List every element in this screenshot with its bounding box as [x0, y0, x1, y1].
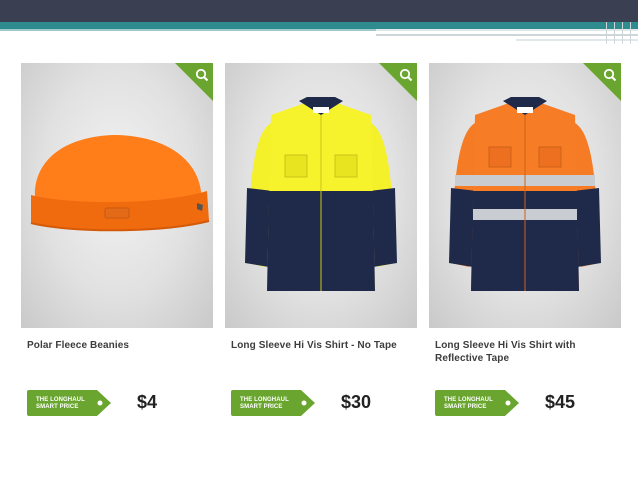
smart-price-tag: THE LONGHAUL SMART PRICE	[435, 390, 519, 416]
zoom-button[interactable]	[175, 63, 213, 101]
product-name[interactable]: Long Sleeve Hi Vis Shirt with Reflective…	[435, 339, 615, 365]
tag-line-1: THE LONGHAUL	[444, 397, 493, 403]
zoom-button[interactable]	[379, 63, 417, 101]
tag-line-2: SMART PRICE	[444, 404, 487, 410]
smart-price-tag: THE LONGHAUL SMART PRICE	[27, 390, 111, 416]
tag-line-1: THE LONGHAUL	[240, 397, 289, 403]
header-accent-line	[0, 29, 380, 31]
product-card[interactable]: Long Sleeve Hi Vis Shirt with Reflective…	[429, 63, 621, 416]
product-card[interactable]: Polar Fleece Beanies THE LONGHAUL SMART …	[21, 63, 213, 416]
magnifier-icon	[583, 63, 621, 101]
product-name[interactable]: Polar Fleece Beanies	[27, 339, 207, 352]
smart-price-tag: THE LONGHAUL SMART PRICE	[231, 390, 315, 416]
tag-line-2: SMART PRICE	[240, 404, 283, 410]
header-bar	[0, 0, 638, 22]
magnifier-icon	[175, 63, 213, 101]
zoom-button[interactable]	[583, 63, 621, 101]
product-name[interactable]: Long Sleeve Hi Vis Shirt - No Tape	[231, 339, 411, 352]
product-image-shirt-no-tape[interactable]	[225, 63, 417, 328]
product-card[interactable]: Long Sleeve Hi Vis Shirt - No Tape THE L…	[225, 63, 417, 416]
header-decoration-lines	[376, 22, 638, 44]
magnifier-icon	[379, 63, 417, 101]
product-price: $45	[545, 392, 576, 412]
product-price: $30	[341, 392, 372, 412]
product-price: $4	[137, 392, 158, 412]
tag-line-2: SMART PRICE	[36, 404, 79, 410]
tag-line-1: THE LONGHAUL	[36, 397, 85, 403]
product-image-beanie[interactable]	[21, 63, 213, 328]
product-image-shirt-reflective[interactable]	[429, 63, 621, 328]
